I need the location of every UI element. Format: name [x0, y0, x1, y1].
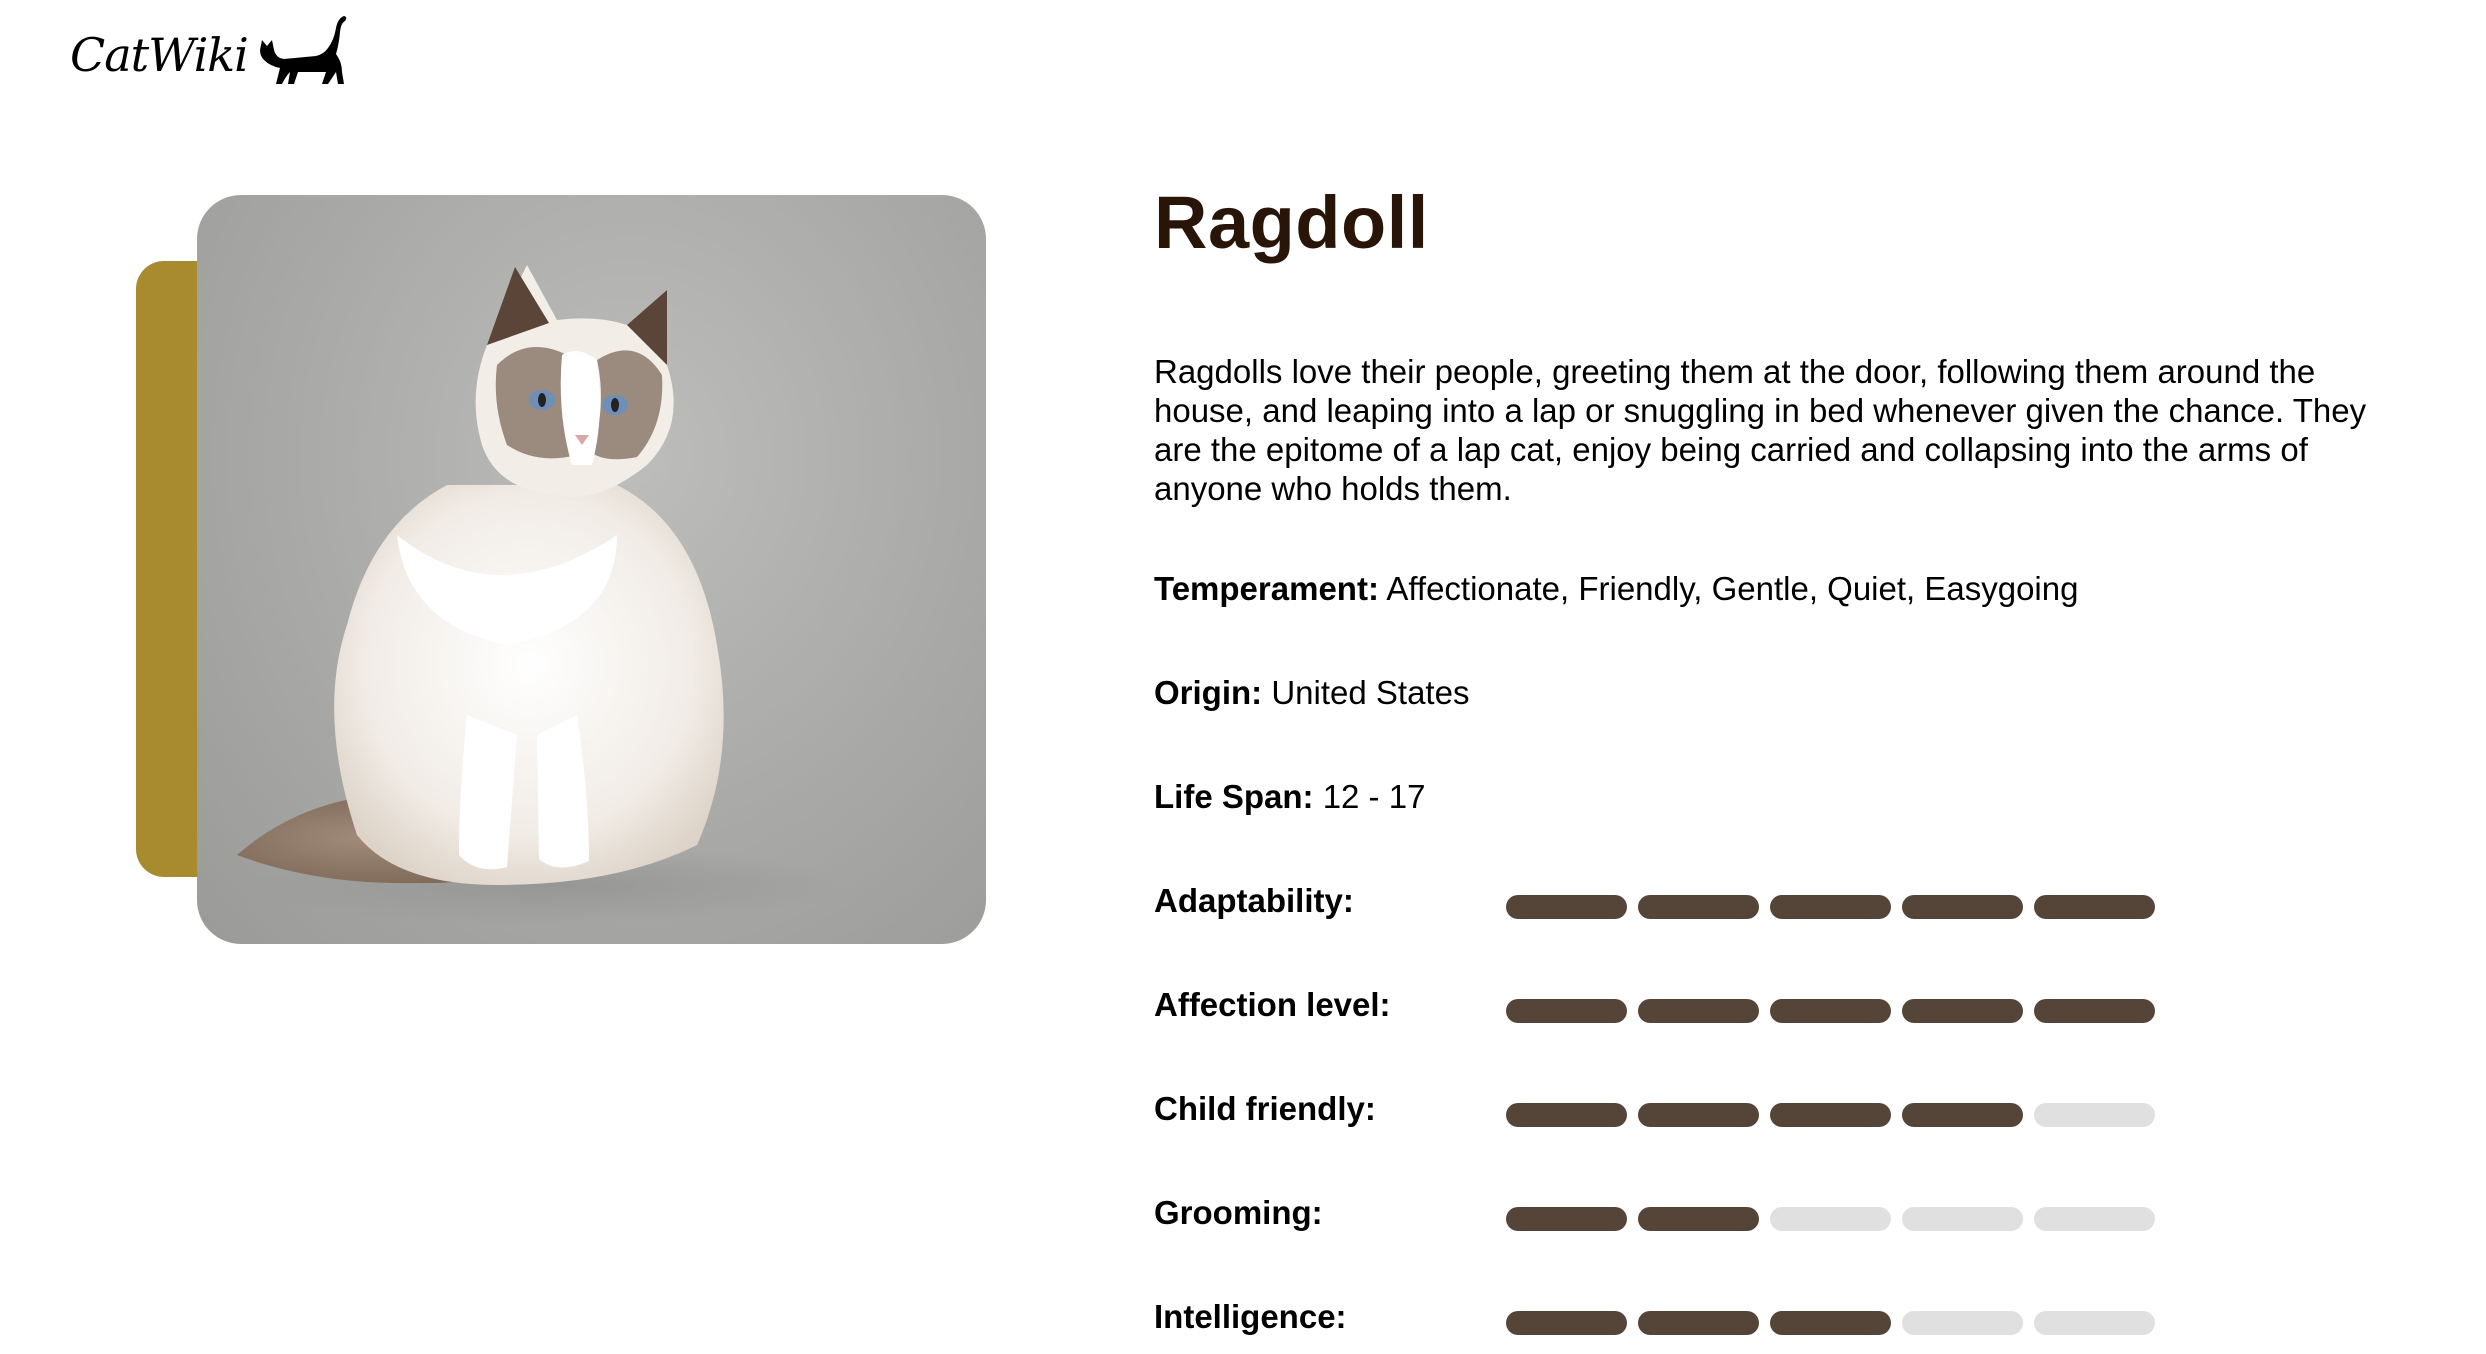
rating-segment: [1506, 895, 1627, 919]
rating-bars-adaptability: [1506, 895, 2155, 919]
origin-value: United States: [1271, 674, 1470, 711]
rating-segment: [1902, 999, 2023, 1023]
rating-label-intelligence: Intelligence:: [1154, 1298, 1347, 1335]
rating-segment: [1770, 1103, 1891, 1127]
cat-illustration: [237, 265, 847, 925]
rating-label-adaptability: Adaptability:: [1154, 882, 1354, 919]
ragdoll-cat-photo: [197, 195, 986, 944]
rating-segment: [1638, 1207, 1759, 1231]
rating-label-grooming: Grooming:: [1154, 1194, 1323, 1231]
rating-bars-child-friendly: [1506, 1103, 2155, 1127]
life-span-row: Life Span: 12 - 17: [1154, 778, 1425, 816]
rating-label-affection-level: Affection level:: [1154, 986, 1391, 1023]
catwiki-logo[interactable]: CatWiki: [70, 4, 350, 88]
rating-segment: [1506, 1207, 1627, 1231]
rating-segment: [1506, 1103, 1627, 1127]
rating-bars-intelligence: [1506, 1311, 2155, 1335]
rating-segment: [1638, 1103, 1759, 1127]
origin-label: Origin:: [1154, 674, 1263, 711]
rating-segment: [1506, 1311, 1627, 1335]
life-span-value: 12 - 17: [1322, 778, 1426, 815]
rating-segment: [2034, 1311, 2155, 1335]
rating-segment: [1638, 1311, 1759, 1335]
rating-label-child-friendly: Child friendly:: [1154, 1090, 1376, 1127]
rating-segment: [1902, 1207, 2023, 1231]
temperament-row: Temperament: Affectionate, Friendly, Gen…: [1154, 570, 2078, 608]
origin-row: Origin: United States: [1154, 674, 1469, 712]
rating-segment: [1770, 999, 1891, 1023]
cat-silhouette-icon: [259, 16, 347, 84]
rating-segment: [2034, 895, 2155, 919]
rating-bars-affection-level: [1506, 999, 2155, 1023]
temperament-label: Temperament:: [1154, 570, 1379, 607]
breed-name: Ragdoll: [1154, 181, 1429, 264]
life-span-label: Life Span:: [1154, 778, 1314, 815]
rating-segment: [1770, 1311, 1891, 1335]
rating-bars-grooming: [1506, 1207, 2155, 1231]
rating-segment: [1902, 1103, 2023, 1127]
rating-segment: [1902, 1311, 2023, 1335]
rating-segment: [2034, 999, 2155, 1023]
rating-segment: [2034, 1103, 2155, 1127]
rating-segment: [1506, 999, 1627, 1023]
rating-segment: [1638, 999, 1759, 1023]
rating-segment: [1902, 895, 2023, 919]
rating-segment: [1638, 895, 1759, 919]
rating-segment: [2034, 1207, 2155, 1231]
breed-description: Ragdolls love their people, greeting the…: [1154, 353, 2367, 507]
rating-segment: [1770, 1207, 1891, 1231]
rating-segment: [1770, 895, 1891, 919]
logo-text: CatWiki: [70, 28, 249, 82]
temperament-value: Affectionate, Friendly, Gentle, Quiet, E…: [1386, 570, 2079, 607]
